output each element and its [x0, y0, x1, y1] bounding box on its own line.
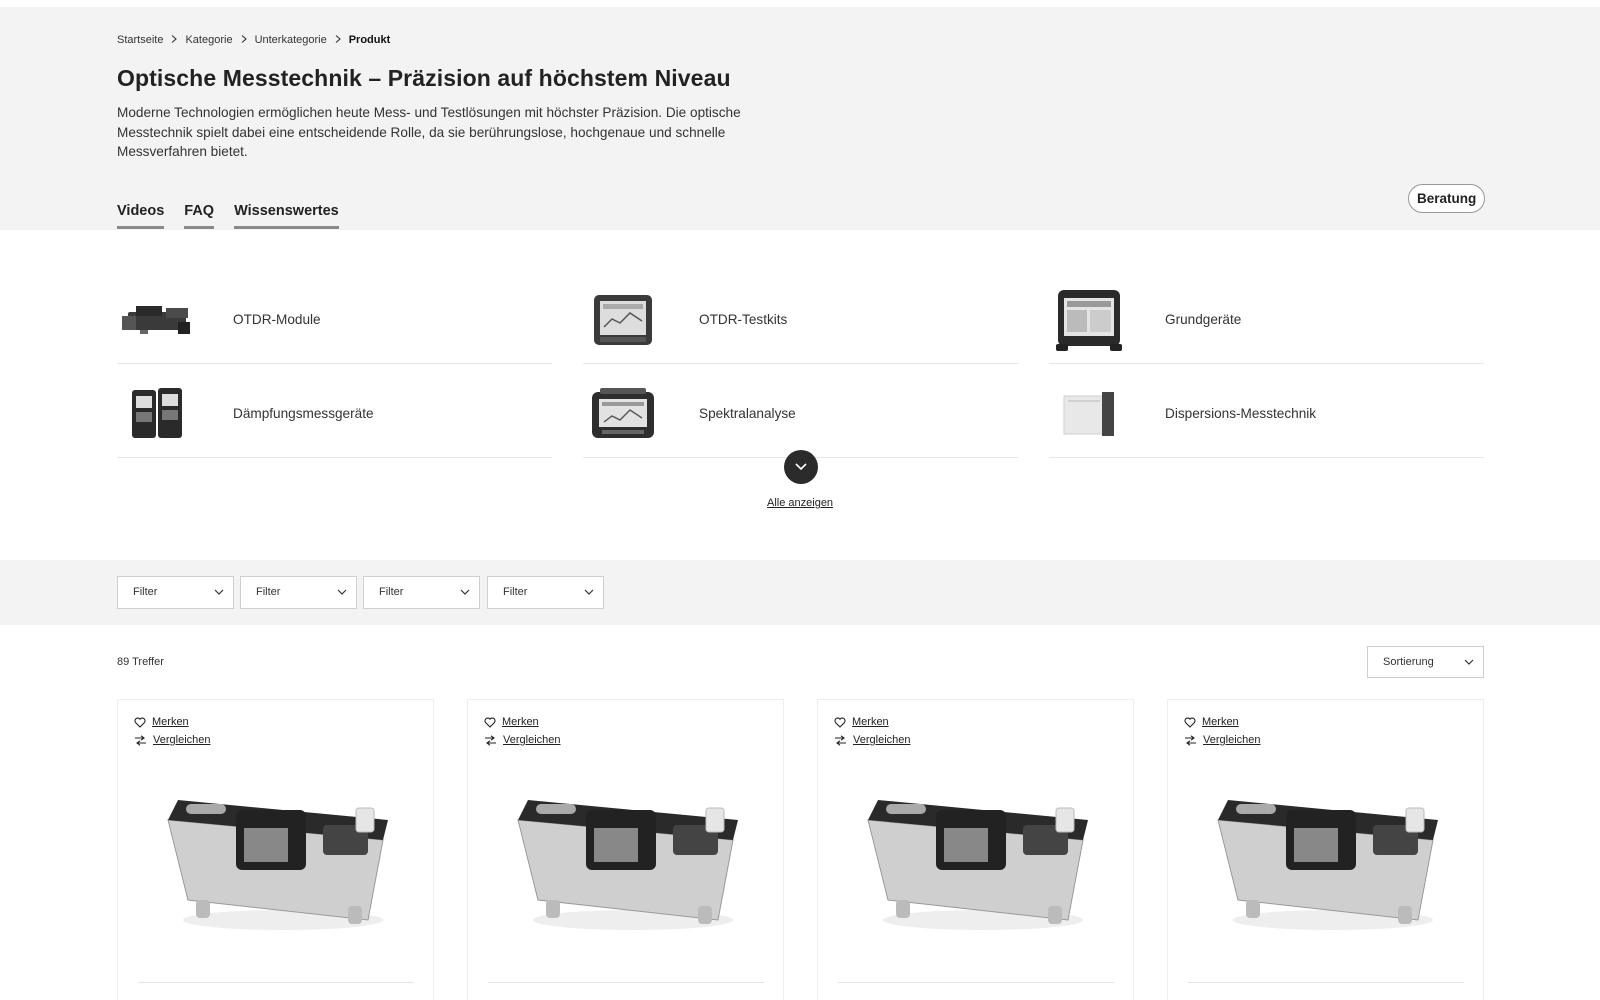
category-spektralanalyse[interactable]: Spektralanalyse — [583, 370, 1018, 458]
tab-bar: Videos FAQ Wissenswertes — [117, 203, 359, 229]
vergleichen-label: Vergleichen — [503, 734, 561, 746]
category-otdr-testkits[interactable]: OTDR-Testkits — [583, 276, 1018, 364]
merken-link[interactable]: Merken — [834, 716, 889, 728]
base-device-icon — [1049, 285, 1129, 355]
compare-icon — [135, 734, 146, 746]
chevron-down-icon — [795, 463, 807, 471]
product-card[interactable]: Merken Vergleichen — [1167, 699, 1484, 1000]
category-label: OTDR-Module — [233, 312, 321, 327]
breadcrumb-subcategory[interactable]: Unterkategorie — [255, 34, 327, 46]
breadcrumb: Startseite Kategorie Unterkategorie Prod… — [117, 34, 390, 46]
breadcrumb-home[interactable]: Startseite — [117, 34, 163, 46]
filter-select-1[interactable]: Filter — [117, 576, 234, 609]
product-card[interactable]: Merken Vergleichen — [117, 699, 434, 1000]
spectrum-analyzer-icon — [583, 379, 663, 449]
breadcrumb-category[interactable]: Kategorie — [185, 34, 232, 46]
category-label: OTDR-Testkits — [699, 312, 788, 327]
top-strip — [0, 0, 1600, 7]
vergleichen-label: Vergleichen — [153, 734, 211, 746]
otdr-module-icon — [117, 285, 197, 355]
product-image — [167, 800, 388, 930]
divider — [1188, 982, 1464, 983]
category-label: Spektralanalyse — [699, 406, 796, 421]
breadcrumb-current: Produkt — [348, 34, 391, 46]
product-image — [867, 800, 1088, 930]
vergleichen-link[interactable]: Vergleichen — [1184, 734, 1261, 746]
compare-icon — [835, 734, 846, 746]
merken-link[interactable]: Merken — [1184, 716, 1239, 728]
category-otdr-module[interactable]: OTDR-Module — [117, 276, 552, 364]
merken-link[interactable]: Merken — [134, 716, 189, 728]
filter-select-3[interactable]: Filter — [363, 576, 480, 609]
chevron-right-icon — [163, 34, 185, 46]
merken-link[interactable]: Merken — [484, 716, 539, 728]
chevron-right-icon — [233, 34, 255, 46]
page-title: Optische Messtechnik – Präzision auf höc… — [117, 65, 731, 91]
filter-select-4[interactable]: Filter — [487, 576, 604, 609]
category-dispersions-messtechnik[interactable]: Dispersions-Messtechnik — [1049, 370, 1484, 458]
sort-select[interactable]: Sortierung — [1367, 646, 1484, 678]
category-label: Dispersions-Messtechnik — [1165, 406, 1317, 421]
divider — [488, 982, 764, 983]
merken-label: Merken — [502, 716, 539, 728]
chevron-down-icon — [337, 589, 347, 595]
chevron-down-icon — [460, 589, 470, 595]
merken-label: Merken — [152, 716, 189, 728]
vergleichen-link[interactable]: Vergleichen — [134, 734, 211, 746]
vergleichen-link[interactable]: Vergleichen — [484, 734, 561, 746]
hits-count: 89 Treffer — [117, 656, 164, 668]
chevron-down-icon — [214, 589, 224, 595]
sort-label: Sortierung — [1383, 656, 1434, 668]
product-card[interactable]: Merken Vergleichen — [817, 699, 1134, 1000]
divider — [138, 982, 414, 983]
show-all-link[interactable]: Alle anzeigen — [767, 497, 833, 509]
category-daempfungsmessgeraete[interactable]: Dämpfungsmessgeräte — [117, 370, 552, 458]
tab-faq[interactable]: FAQ — [184, 203, 215, 229]
dispersion-device-icon — [1049, 379, 1129, 449]
heart-icon — [484, 717, 496, 728]
chevron-right-icon — [327, 34, 349, 46]
merken-label: Merken — [852, 716, 889, 728]
compare-icon — [1185, 734, 1196, 746]
otdr-testkit-icon — [583, 285, 663, 355]
heart-icon — [1184, 717, 1196, 728]
intro-text: Moderne Technologien ermöglichen heute M… — [117, 105, 741, 159]
heart-icon — [834, 717, 846, 728]
show-all-button[interactable] — [784, 450, 818, 484]
chevron-down-icon — [584, 589, 594, 595]
product-image — [1217, 800, 1438, 930]
vergleichen-label: Vergleichen — [1203, 734, 1261, 746]
category-label: Dämpfungsmessgeräte — [233, 406, 374, 421]
filter-bar: Filter Filter Filter Filter — [0, 560, 1600, 625]
category-label: Grundgeräte — [1165, 312, 1242, 327]
filter-label: Filter — [256, 586, 281, 598]
heart-icon — [134, 717, 146, 728]
tab-wissenswertes[interactable]: Wissenswertes — [234, 203, 339, 229]
merken-label: Merken — [1202, 716, 1239, 728]
filter-label: Filter — [133, 586, 158, 598]
product-card[interactable]: Merken Vergleichen — [467, 699, 784, 1000]
vergleichen-link[interactable]: Vergleichen — [834, 734, 911, 746]
beratung-button[interactable]: Beratung — [1408, 184, 1486, 213]
filter-select-2[interactable]: Filter — [240, 576, 357, 609]
attenuation-meter-icon — [117, 379, 197, 449]
tab-videos[interactable]: Videos — [117, 203, 165, 229]
category-grundgeraete[interactable]: Grundgeräte — [1049, 276, 1484, 364]
chevron-down-icon — [1464, 659, 1474, 665]
divider — [838, 982, 1114, 983]
vergleichen-label: Vergleichen — [853, 734, 911, 746]
filter-label: Filter — [379, 586, 404, 598]
hero-section: Startseite Kategorie Unterkategorie Prod… — [0, 7, 1600, 230]
product-image — [517, 800, 738, 930]
compare-icon — [485, 734, 496, 746]
filter-label: Filter — [503, 586, 528, 598]
